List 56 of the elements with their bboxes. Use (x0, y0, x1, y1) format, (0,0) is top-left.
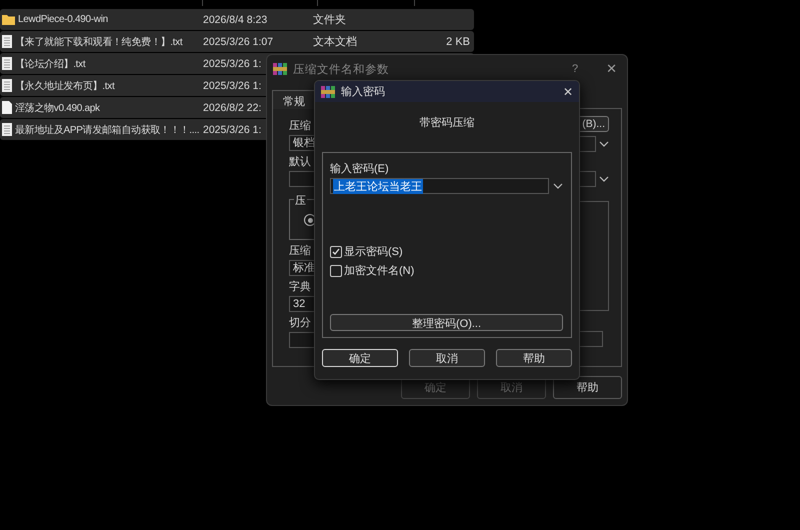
file-date: 2026/8/2 22: (203, 102, 262, 114)
tab[interactable]: 常规 (272, 90, 316, 109)
file-name: LewdPiece-0.490-win (18, 14, 108, 25)
file-name: 【论坛介绍】.txt (15, 58, 86, 70)
dialog-button[interactable]: 确定 (322, 349, 398, 367)
input-field[interactable]: 32 (289, 296, 316, 312)
input-field[interactable] (289, 171, 316, 187)
file-name: 【永久地址发布页】.txt (15, 80, 114, 92)
file-type: 文本文档 (313, 36, 357, 48)
file-date: 2025/3/26 1: (203, 58, 262, 70)
field-label: 压缩 (289, 244, 311, 258)
caret-icon[interactable] (599, 176, 609, 182)
file-name: 最新地址及APP请发邮箱自动获取！！！.... (15, 124, 200, 136)
text-file-icon (2, 79, 12, 92)
file-row[interactable]: 【来了就能下载和观看！纯免费！】.txt 2025/3/26 1:07 文本文档 2 KB (0, 31, 474, 52)
input-field[interactable]: 银档 (289, 135, 316, 151)
caret-icon[interactable] (553, 183, 563, 189)
text-file-icon (2, 35, 12, 48)
input-field[interactable] (289, 332, 316, 348)
checkbox-label: 显示密码(S) (344, 244, 403, 259)
close-button[interactable]: ✕ (606, 61, 617, 77)
file-size: 2 KB (446, 36, 470, 48)
field-label: 压缩 (289, 119, 311, 133)
file-row[interactable]: LewdPiece-0.490-win 2026/8/4 8:23 文件夹 (0, 9, 474, 30)
file-date: 2025/3/26 1: (203, 80, 262, 92)
group-label: 压 (294, 193, 307, 208)
organize-passwords-button[interactable]: 整理密码(O)... (330, 314, 563, 331)
file-icon (2, 101, 12, 114)
input-field[interactable]: 标准 (289, 260, 316, 276)
field-label: 输入密码(E) (330, 162, 390, 176)
caret-icon[interactable] (599, 141, 609, 147)
help-button[interactable]: ? (572, 63, 578, 75)
books-icon (273, 62, 287, 76)
file-date: 2025/3/26 1: (203, 124, 262, 136)
file-name: 【来了就能下载和观看！纯免费！】.txt (15, 36, 182, 48)
field-label: 切分 (289, 316, 311, 330)
dialog-button[interactable]: 帮助 (496, 349, 572, 367)
field-label: 默认 (289, 155, 311, 169)
dialog-button[interactable]: 帮助 (553, 376, 622, 399)
file-name: 淫荡之物v0.490.apk (15, 102, 100, 114)
close-button[interactable]: ✕ (562, 84, 573, 98)
dialog-button[interactable]: 取消 (409, 349, 485, 367)
file-type: 文件夹 (313, 14, 346, 26)
folder-icon (2, 14, 15, 25)
checkbox-label: 加密文件名(N) (344, 264, 414, 278)
file-date: 2025/3/26 1:07 (203, 36, 274, 48)
checkbox[interactable] (330, 246, 342, 258)
window-title: 输入密码 (341, 84, 386, 99)
books-icon (321, 84, 335, 98)
window-title: 压缩文件名和参数 (293, 62, 390, 76)
field-label: 字典 (289, 280, 311, 294)
text-file-icon (2, 123, 12, 136)
checkbox[interactable] (330, 264, 342, 276)
password-field[interactable]: 上老王论坛当老王 (330, 178, 550, 194)
text-file-icon (2, 57, 12, 70)
file-date: 2026/8/4 8:23 (203, 14, 268, 26)
